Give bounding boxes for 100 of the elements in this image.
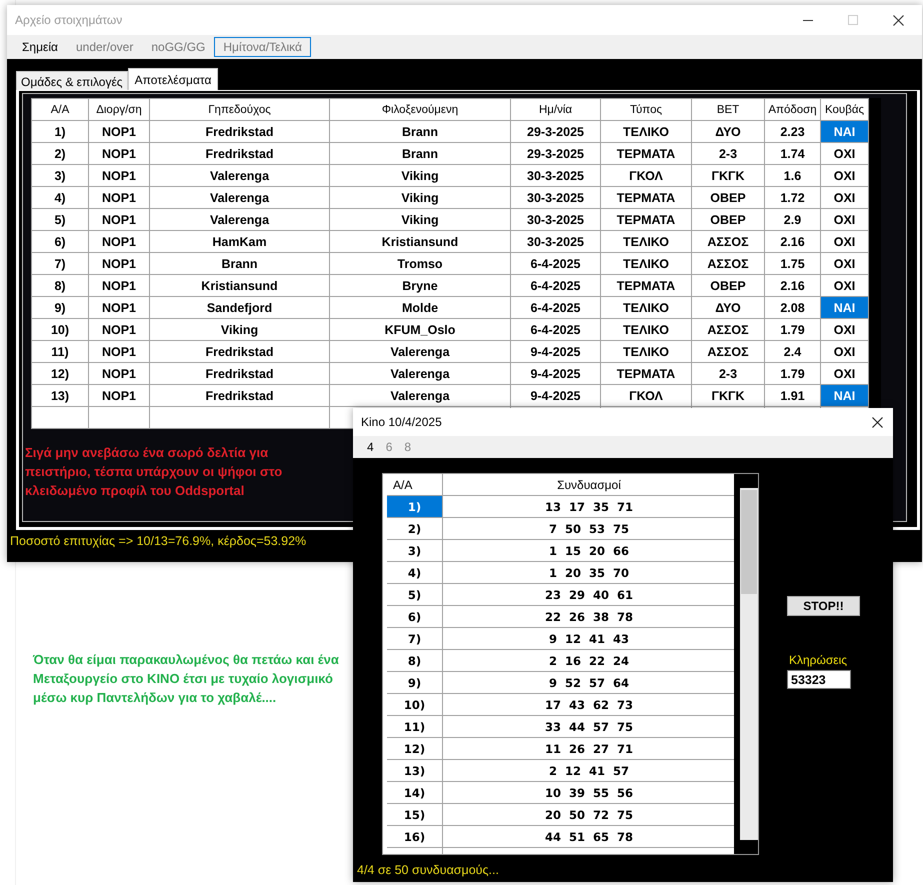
- table-cell: ΓΚΓΚ: [692, 384, 764, 406]
- column-header[interactable]: Τύπος: [600, 98, 692, 120]
- table-cell: Fredrikstad: [150, 362, 330, 384]
- window-title: Αρχείο στοιχημάτων: [15, 13, 122, 27]
- scrollbar[interactable]: [740, 488, 758, 840]
- table-cell: 1): [32, 120, 88, 142]
- table-cell: ΓΚΟΛ: [600, 384, 692, 406]
- table-cell: HamKam: [150, 230, 330, 252]
- table-cell: 1): [387, 496, 442, 518]
- table-cell: ΔΥΟ: [692, 120, 764, 142]
- table-cell: Molde: [330, 296, 510, 318]
- table-cell: ΓΚΓΚ: [692, 164, 764, 186]
- table-cell: 5): [387, 584, 442, 606]
- table-cell: 29-3-2025: [510, 142, 600, 164]
- note-text: Όταν θα είμαι παρακαυλωμένος θα πετάω και ένα Μεταξουργείο στο ΚΙΝΟ έτσι με τυχαίο λογισμικό μέσω κυρ Παντελήδων για το χαβαλέ....: [33, 651, 340, 707]
- table-cell: 6-4-2025: [510, 318, 600, 340]
- draws-field[interactable]: 53323: [787, 670, 851, 689]
- table-cell: 6-4-2025: [510, 296, 600, 318]
- table-cell: 2.16: [764, 230, 820, 252]
- table-cell: 3): [32, 164, 88, 186]
- table-cell: ΟΧΙ: [820, 318, 868, 340]
- table-cell: ΟΧΙ: [820, 208, 868, 230]
- table-cell: 12): [387, 738, 442, 760]
- table-cell: ΝΑΙ: [820, 120, 868, 142]
- table-cell: Brann: [150, 252, 330, 274]
- table-cell: 15): [387, 804, 442, 826]
- table-cell: NOP1: [88, 252, 150, 274]
- table-cell: ΟΧΙ: [820, 230, 868, 252]
- column-header[interactable]: Φιλοξενούμενη: [330, 98, 510, 120]
- table-cell: Viking: [330, 208, 510, 230]
- table-cell: ΟΧΙ: [820, 340, 868, 362]
- table-cell: KFUM_Oslo: [330, 318, 510, 340]
- table-cell: 11): [32, 340, 88, 362]
- table-cell: 6): [387, 606, 442, 628]
- table-cell: 1.72: [764, 186, 820, 208]
- table-cell: NOP1: [88, 186, 150, 208]
- table-cell: ΟΧΙ: [820, 164, 868, 186]
- table-cell: Valerenga: [150, 164, 330, 186]
- stop-button[interactable]: STOP!!: [787, 596, 860, 616]
- table-cell: Sandefjord: [150, 296, 330, 318]
- table-cell: 6-4-2025: [510, 252, 600, 274]
- table-cell: Fredrikstad: [150, 142, 330, 164]
- column-header[interactable]: Διοργ/ση: [88, 98, 150, 120]
- table-cell: Tromso: [330, 252, 510, 274]
- table-cell: ΟΧΙ: [820, 252, 868, 274]
- table-cell: 1.74: [764, 142, 820, 164]
- table-cell: Fredrikstad: [150, 384, 330, 406]
- table-cell: ΤΕΡΜΑΤΑ: [600, 142, 692, 164]
- table-cell: Fredrikstad: [150, 120, 330, 142]
- table-cell: 7): [387, 628, 442, 650]
- table-cell: 2-3: [692, 362, 764, 384]
- table-cell: 1.75: [764, 252, 820, 274]
- table-cell: Bryne: [330, 274, 510, 296]
- table-cell: ΤΕΛΙΚΟ: [600, 340, 692, 362]
- table-cell: 1.79: [764, 318, 820, 340]
- table-cell: 6): [32, 230, 88, 252]
- column-header[interactable]: Γηπεδούχος: [150, 98, 330, 120]
- table-cell: 2.9: [764, 208, 820, 230]
- column-header[interactable]: A/A: [32, 98, 88, 120]
- tab[interactable]: Αποτελέσματα: [128, 68, 218, 90]
- table-cell: 30-3-2025: [510, 186, 600, 208]
- table-cell: 9): [387, 672, 442, 694]
- table-cell: Brann: [330, 142, 510, 164]
- table-cell: NOP1: [88, 142, 150, 164]
- column-header[interactable]: Ημ/νία: [510, 98, 600, 120]
- table-cell: 8): [387, 650, 442, 672]
- table-cell: Kristiansund: [150, 274, 330, 296]
- table-cell: 16): [387, 826, 442, 848]
- table-cell: ΟΒΕΡ: [692, 186, 764, 208]
- menu-tab[interactable]: Σημεία: [13, 37, 67, 57]
- table-cell: ΑΣΣΟΣ: [692, 252, 764, 274]
- table-cell: 12): [32, 362, 88, 384]
- table-cell: Valerenga: [150, 208, 330, 230]
- table-cell: Valerenga: [150, 186, 330, 208]
- table-cell: ΑΣΣΟΣ: [692, 318, 764, 340]
- table-cell: ΟΧΙ: [820, 142, 868, 164]
- table-cell: 29-3-2025: [510, 120, 600, 142]
- tab[interactable]: Ομάδες & επιλογές: [16, 71, 128, 90]
- table-cell: 9-4-2025: [510, 384, 600, 406]
- table-cell: Viking: [330, 164, 510, 186]
- table-cell: NOP1: [88, 384, 150, 406]
- close-icon[interactable]: [872, 416, 883, 428]
- tab[interactable]: 4: [361, 440, 380, 454]
- table-cell: Viking: [330, 186, 510, 208]
- table-cell: ΤΕΛΙΚΟ: [600, 252, 692, 274]
- close-icon[interactable]: [893, 14, 904, 26]
- table-cell: NOP1: [88, 318, 150, 340]
- column-header[interactable]: Απόδοση: [764, 98, 820, 120]
- table-cell: ΔΥΟ: [692, 296, 764, 318]
- table-cell: ΤΕΛΙΚΟ: [600, 318, 692, 340]
- table-cell: NOP1: [88, 340, 150, 362]
- table-cell: 2.4: [764, 340, 820, 362]
- column-header[interactable]: BET: [692, 98, 764, 120]
- table-cell: Valerenga: [330, 384, 510, 406]
- table-cell: NOP1: [88, 164, 150, 186]
- table-cell: 2.16: [764, 274, 820, 296]
- table-cell: ΑΣΣΟΣ: [692, 230, 764, 252]
- table-cell: 30-3-2025: [510, 208, 600, 230]
- note-text: Σιγά μην ανεβάσω ένα σωρό δελτία για πειστήριο, τέσπα υπάρχουν οι ψήφοι στο κλειδωμένο προφίλ του Oddsportal: [25, 444, 284, 500]
- table-cell: Brann: [330, 120, 510, 142]
